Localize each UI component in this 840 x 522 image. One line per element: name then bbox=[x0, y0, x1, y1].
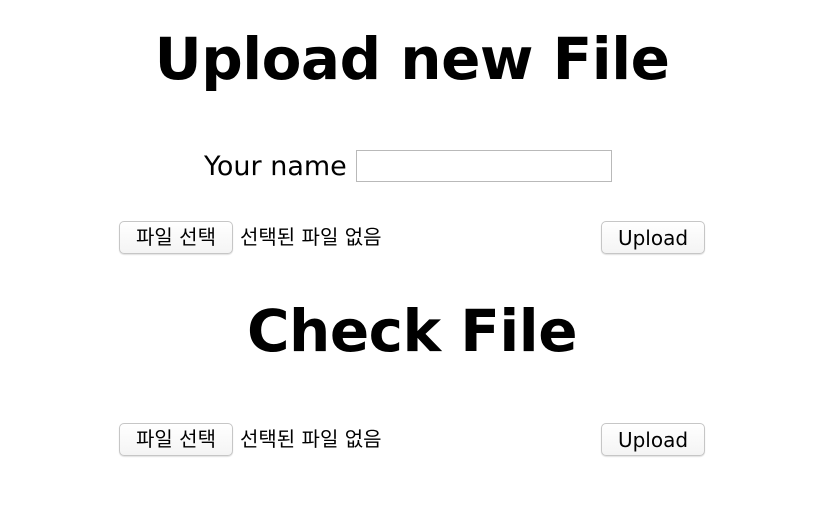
check-submit-button[interactable]: Upload bbox=[601, 423, 705, 456]
upload-file-picker: 파일 선택 선택된 파일 없음 bbox=[119, 220, 382, 254]
upload-section-title: Upload new File bbox=[154, 25, 670, 93]
check-file-status: 선택된 파일 없음 bbox=[240, 427, 382, 451]
upload-submit-button[interactable]: Upload bbox=[601, 221, 705, 254]
check-file-picker: 파일 선택 선택된 파일 없음 bbox=[119, 422, 382, 456]
check-choose-file-button[interactable]: 파일 선택 bbox=[119, 422, 233, 456]
check-section-title: Check File bbox=[246, 297, 578, 365]
upload-file-status: 선택된 파일 없음 bbox=[240, 225, 382, 249]
name-label: Your name bbox=[204, 150, 347, 182]
name-input[interactable] bbox=[355, 150, 612, 182]
name-row: Your name bbox=[204, 146, 612, 186]
upload-choose-file-button[interactable]: 파일 선택 bbox=[119, 220, 233, 254]
